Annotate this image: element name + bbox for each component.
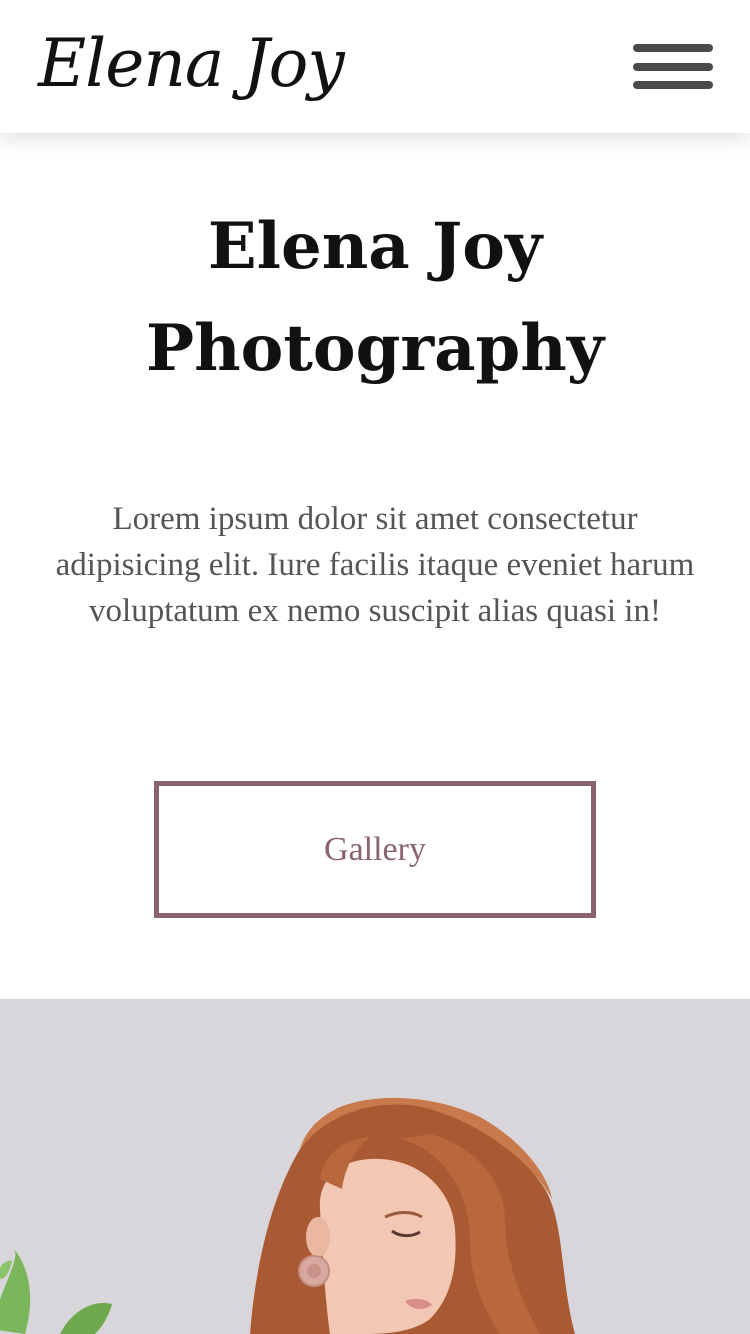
site-header: Elena Joy bbox=[0, 0, 750, 133]
hero-description: Lorem ipsum dolor sit amet consectetur a… bbox=[55, 501, 695, 629]
menu-bar-bottom bbox=[633, 81, 713, 89]
hamburger-menu-icon[interactable] bbox=[630, 40, 716, 94]
menu-bar-middle bbox=[633, 63, 713, 71]
hero-title-line1: Elena Joy bbox=[207, 209, 543, 284]
portrait-photo-image bbox=[0, 999, 750, 1334]
gallery-button[interactable]: Gallery bbox=[154, 781, 596, 918]
hero-title: Elena Joy Photography bbox=[0, 196, 750, 400]
site-logo[interactable]: Elena Joy bbox=[38, 14, 345, 114]
hero-title-line2: Photography bbox=[146, 311, 604, 386]
hero-photo bbox=[0, 999, 750, 1334]
menu-bar-top bbox=[633, 44, 713, 52]
